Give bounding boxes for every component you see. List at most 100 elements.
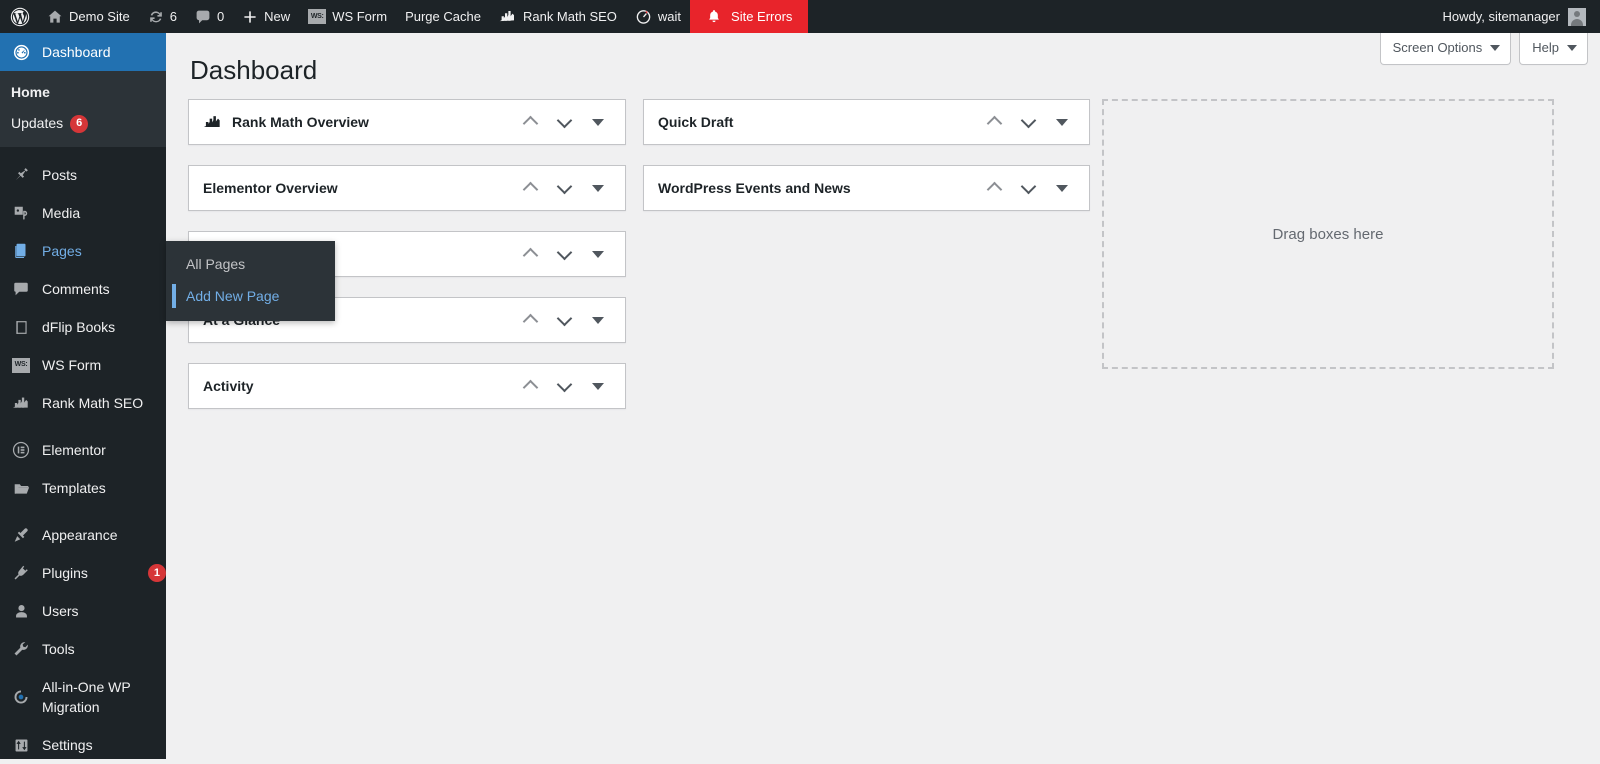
move-up-icon[interactable] [515, 305, 545, 335]
migration-icon [11, 688, 31, 706]
adminbar-ws-form[interactable]: WS: WS Form [299, 0, 396, 33]
flyout-item-add-new-page-label: Add New Page [186, 288, 280, 304]
flyout-item-add-new-page[interactable]: Add New Page [166, 280, 335, 312]
widget-title: WordPress Events and News [658, 180, 851, 196]
adminbar-purge-cache[interactable]: Purge Cache [396, 0, 490, 33]
sidebar-item-rank-math-seo[interactable]: Rank Math SEO [0, 384, 166, 422]
toggle-panel-icon[interactable] [583, 305, 613, 335]
pin-icon [11, 166, 31, 184]
move-up-icon[interactable] [515, 173, 545, 203]
sidebar-separator-1 [0, 147, 166, 156]
toggle-panel-icon[interactable] [1047, 173, 1077, 203]
toggle-panel-icon[interactable] [583, 107, 613, 137]
rank-math-icon [499, 10, 517, 24]
sidebar-subitem-home[interactable]: Home [0, 77, 166, 108]
sidebar-item-appearance[interactable]: Appearance [0, 516, 166, 554]
move-down-icon[interactable] [549, 371, 579, 401]
brush-icon [11, 526, 31, 544]
adminbar-wp-logo[interactable] [0, 0, 38, 33]
move-up-icon[interactable] [979, 107, 1009, 137]
postbox-container-3: Drag boxes here [1102, 99, 1554, 369]
widget-header[interactable]: Rank Math Overview [189, 100, 625, 144]
sidebar-item-pages[interactable]: Pages [0, 232, 174, 270]
sidebar-item-pages-label: Pages [42, 243, 82, 259]
move-down-icon[interactable] [549, 173, 579, 203]
sidebar-item-ws-form[interactable]: WS: WS Form [0, 346, 166, 384]
adminbar-my-account[interactable]: Howdy, sitemanager [1433, 0, 1600, 33]
screen-options-button[interactable]: Screen Options [1379, 33, 1512, 65]
move-down-icon[interactable] [549, 107, 579, 137]
sidebar-separator-2 [0, 422, 166, 431]
sidebar-item-dashboard-label: Dashboard [42, 44, 111, 60]
widget-handle-actions [515, 239, 613, 269]
adminbar-purge-cache-label: Purge Cache [405, 9, 481, 24]
sidebar-item-dflip-books[interactable]: dFlip Books [0, 308, 166, 346]
plugins-badge: 1 [147, 564, 166, 582]
sidebar-subitem-updates-label: Updates [11, 115, 64, 131]
widget-title: Activity [203, 378, 254, 394]
widget-quick-draft[interactable]: Quick Draft [643, 99, 1090, 145]
adminbar-site-name[interactable]: Demo Site [38, 0, 139, 33]
adminbar-comments[interactable]: 0 [186, 0, 233, 33]
sidebar-item-tools[interactable]: Tools [0, 630, 166, 668]
sidebar-item-appearance-label: Appearance [42, 527, 118, 543]
move-up-icon[interactable] [979, 173, 1009, 203]
sidebar-subitem-updates[interactable]: Updates 6 [0, 108, 166, 139]
widget-header[interactable]: Quick Draft [644, 100, 1089, 144]
sidebar-item-all-in-one-wp-migration-label: All-in-One WP Migration [42, 679, 131, 715]
sidebar-item-posts[interactable]: Posts [0, 156, 166, 194]
move-down-icon[interactable] [1013, 173, 1043, 203]
toggle-panel-icon[interactable] [583, 371, 613, 401]
widget-handle-actions [515, 305, 613, 335]
bell-icon [706, 8, 722, 25]
dashboard-icon [11, 43, 31, 62]
avatar [1568, 7, 1586, 26]
adminbar-site-errors[interactable]: Site Errors [690, 0, 809, 33]
ws-form-icon: WS: [308, 9, 327, 24]
wordpress-logo-icon [10, 7, 30, 27]
widget-wordpress-events-and-news[interactable]: WordPress Events and News [643, 165, 1090, 211]
widget-activity[interactable]: Activity [188, 363, 626, 409]
sidebar-item-comments[interactable]: Comments [0, 270, 166, 308]
settings-icon [11, 737, 31, 754]
toggle-panel-icon[interactable] [1047, 107, 1077, 137]
move-up-icon[interactable] [515, 371, 545, 401]
move-up-icon[interactable] [515, 107, 545, 137]
move-down-icon[interactable] [1013, 107, 1043, 137]
widget-header[interactable]: WordPress Events and News [644, 166, 1089, 210]
screen-options-label: Screen Options [1392, 40, 1483, 55]
help-button[interactable]: Help [1519, 33, 1588, 65]
adminbar-howdy-label: Howdy, sitemanager [1442, 9, 1560, 24]
toggle-panel-icon[interactable] [583, 173, 613, 203]
flyout-item-all-pages[interactable]: All Pages [166, 248, 335, 280]
adminbar-updates[interactable]: 6 [139, 0, 186, 33]
widget-handle-actions [979, 173, 1077, 203]
move-down-icon[interactable] [549, 239, 579, 269]
empty-widget-drop-zone[interactable]: Drag boxes here [1102, 99, 1554, 369]
sidebar-item-media[interactable]: Media [0, 194, 166, 232]
home-icon [47, 9, 63, 25]
toggle-panel-icon[interactable] [583, 239, 613, 269]
sidebar-item-dashboard[interactable]: Dashboard [0, 33, 174, 71]
sidebar-dashboard-submenu: Home Updates 6 [0, 71, 166, 147]
widget-header[interactable]: Elementor Overview [189, 166, 625, 210]
sidebar-item-settings[interactable]: Settings [0, 726, 166, 764]
widget-rank-math-overview[interactable]: Rank Math Overview [188, 99, 626, 145]
main-content-area: Screen Options Help Dashboard Rank Math … [166, 33, 1600, 759]
widget-handle-actions [979, 107, 1077, 137]
adminbar-new-content[interactable]: New [233, 0, 299, 33]
adminbar-rank-math-seo[interactable]: Rank Math SEO [490, 0, 626, 33]
adminbar-spacer [808, 0, 1433, 33]
widget-elementor-overview[interactable]: Elementor Overview [188, 165, 626, 211]
move-down-icon[interactable] [549, 305, 579, 335]
help-label: Help [1532, 40, 1559, 55]
adminbar-wait[interactable]: wait [626, 0, 690, 33]
sidebar-item-templates[interactable]: Templates [0, 469, 166, 507]
sidebar-item-elementor[interactable]: Elementor [0, 431, 166, 469]
move-up-icon[interactable] [515, 239, 545, 269]
widget-header[interactable]: Activity [189, 364, 625, 408]
widget-handle-actions [515, 371, 613, 401]
sidebar-item-all-in-one-wp-migration[interactable]: All-in-One WP Migration [0, 668, 166, 726]
sidebar-item-users[interactable]: Users [0, 592, 166, 630]
sidebar-item-plugins[interactable]: Plugins 1 [0, 554, 166, 592]
